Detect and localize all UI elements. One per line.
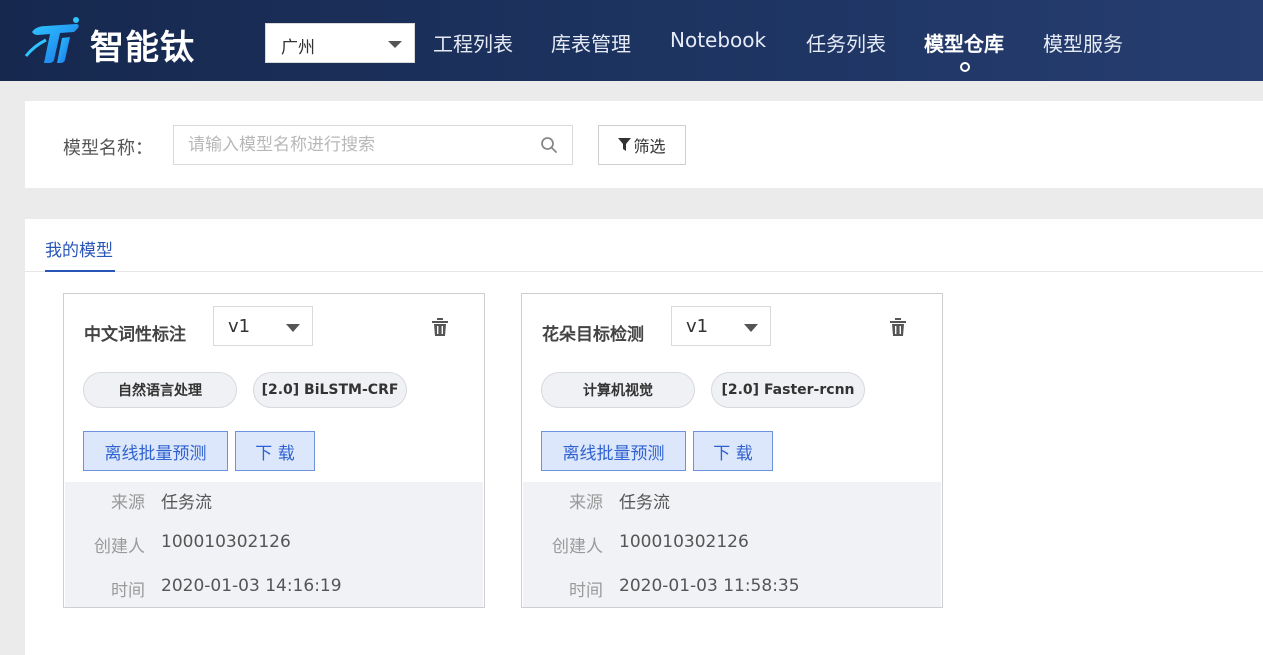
algorithm-tag: [2.0] Faster-rcnn [711, 372, 865, 408]
model-meta: 来源 任务流 创建人 100010302126 时间 2020-01-03 11… [523, 482, 941, 607]
search-label: 模型名称： [63, 138, 153, 159]
offline-batch-predict-button[interactable]: 离线批量预测 [83, 431, 228, 471]
nav-task-list[interactable]: 任务列表 [806, 28, 886, 57]
version-selected-label: v1 [228, 316, 251, 337]
meta-key: 时间 [111, 581, 145, 601]
meta-row-time: 时间 2020-01-03 11:58:35 [523, 576, 941, 606]
version-select[interactable]: v1 [671, 306, 771, 346]
download-button[interactable]: 下 载 [235, 431, 315, 471]
meta-row-time: 时间 2020-01-03 14:16:19 [65, 576, 483, 606]
nav-notebook[interactable]: Notebook [670, 28, 766, 52]
meta-row-source: 来源 任务流 [65, 488, 483, 518]
model-name-search-input[interactable] [173, 125, 573, 165]
nav-table-management[interactable]: 库表管理 [551, 28, 631, 57]
meta-row-source: 来源 任务流 [523, 488, 941, 518]
meta-value: 2020-01-03 11:58:35 [619, 576, 800, 596]
meta-value: 100010302126 [161, 532, 291, 552]
caret-down-icon [388, 41, 402, 48]
active-tab-underline [45, 270, 115, 272]
caret-down-icon [286, 324, 300, 332]
meta-row-creator: 创建人 100010302126 [523, 532, 941, 562]
nav-project-list[interactable]: 工程列表 [433, 28, 513, 57]
meta-key: 来源 [111, 493, 145, 513]
model-name: 中文词性标注 [84, 325, 186, 345]
model-meta: 来源 任务流 创建人 100010302126 时间 2020-01-03 14… [65, 482, 483, 607]
active-nav-indicator [960, 62, 970, 72]
domain-tag: 计算机视觉 [541, 372, 695, 408]
offline-batch-predict-button[interactable]: 离线批量预测 [541, 431, 686, 471]
filter-button[interactable]: 筛选 [598, 125, 686, 165]
version-select[interactable]: v1 [213, 306, 313, 346]
meta-key: 创建人 [94, 537, 145, 557]
version-selected-label: v1 [686, 316, 709, 337]
trash-icon[interactable] [432, 318, 448, 336]
top-nav-bar: 智能钛 广州 工程列表 库表管理 Notebook 任务列表 模型仓库 模型服务 [0, 0, 1263, 81]
meta-value: 任务流 [619, 493, 670, 513]
search-icon[interactable] [540, 136, 558, 154]
region-selected-label: 广州 [281, 38, 315, 58]
caret-down-icon [744, 324, 758, 332]
nav-model-service[interactable]: 模型服务 [1043, 28, 1123, 57]
filter-button-label: 筛选 [633, 137, 666, 156]
model-name: 花朵目标检测 [542, 325, 644, 345]
meta-value: 2020-01-03 14:16:19 [161, 576, 342, 596]
model-card: 中文词性标注 v1 自然语言处理 [2.0] BiLSTM-CRF 离线批量预测… [63, 293, 485, 608]
search-panel: 模型名称： 筛选 [25, 101, 1263, 188]
domain-tag: 自然语言处理 [83, 372, 237, 408]
meta-key: 创建人 [552, 537, 603, 557]
algorithm-tag: [2.0] BiLSTM-CRF [253, 372, 407, 408]
region-select[interactable]: 广州 [265, 23, 415, 63]
tab-my-models[interactable]: 我的模型 [45, 236, 113, 261]
meta-value: 100010302126 [619, 532, 749, 552]
filter-icon [618, 138, 632, 151]
tab-divider [25, 271, 1263, 272]
model-card: 花朵目标检测 v1 计算机视觉 [2.0] Faster-rcnn 离线批量预测… [521, 293, 943, 608]
download-button[interactable]: 下 载 [693, 431, 773, 471]
trash-icon[interactable] [890, 318, 906, 336]
meta-key: 来源 [569, 493, 603, 513]
meta-row-creator: 创建人 100010302126 [65, 532, 483, 562]
meta-key: 时间 [569, 581, 603, 601]
logo-icon [24, 17, 79, 63]
nav-model-repository[interactable]: 模型仓库 [924, 28, 1004, 57]
models-panel: 我的模型 中文词性标注 v1 自然语言处理 [2.0] BiLSTM-CRF 离… [25, 219, 1263, 655]
brand-name: 智能钛 [90, 28, 195, 68]
meta-value: 任务流 [161, 493, 212, 513]
